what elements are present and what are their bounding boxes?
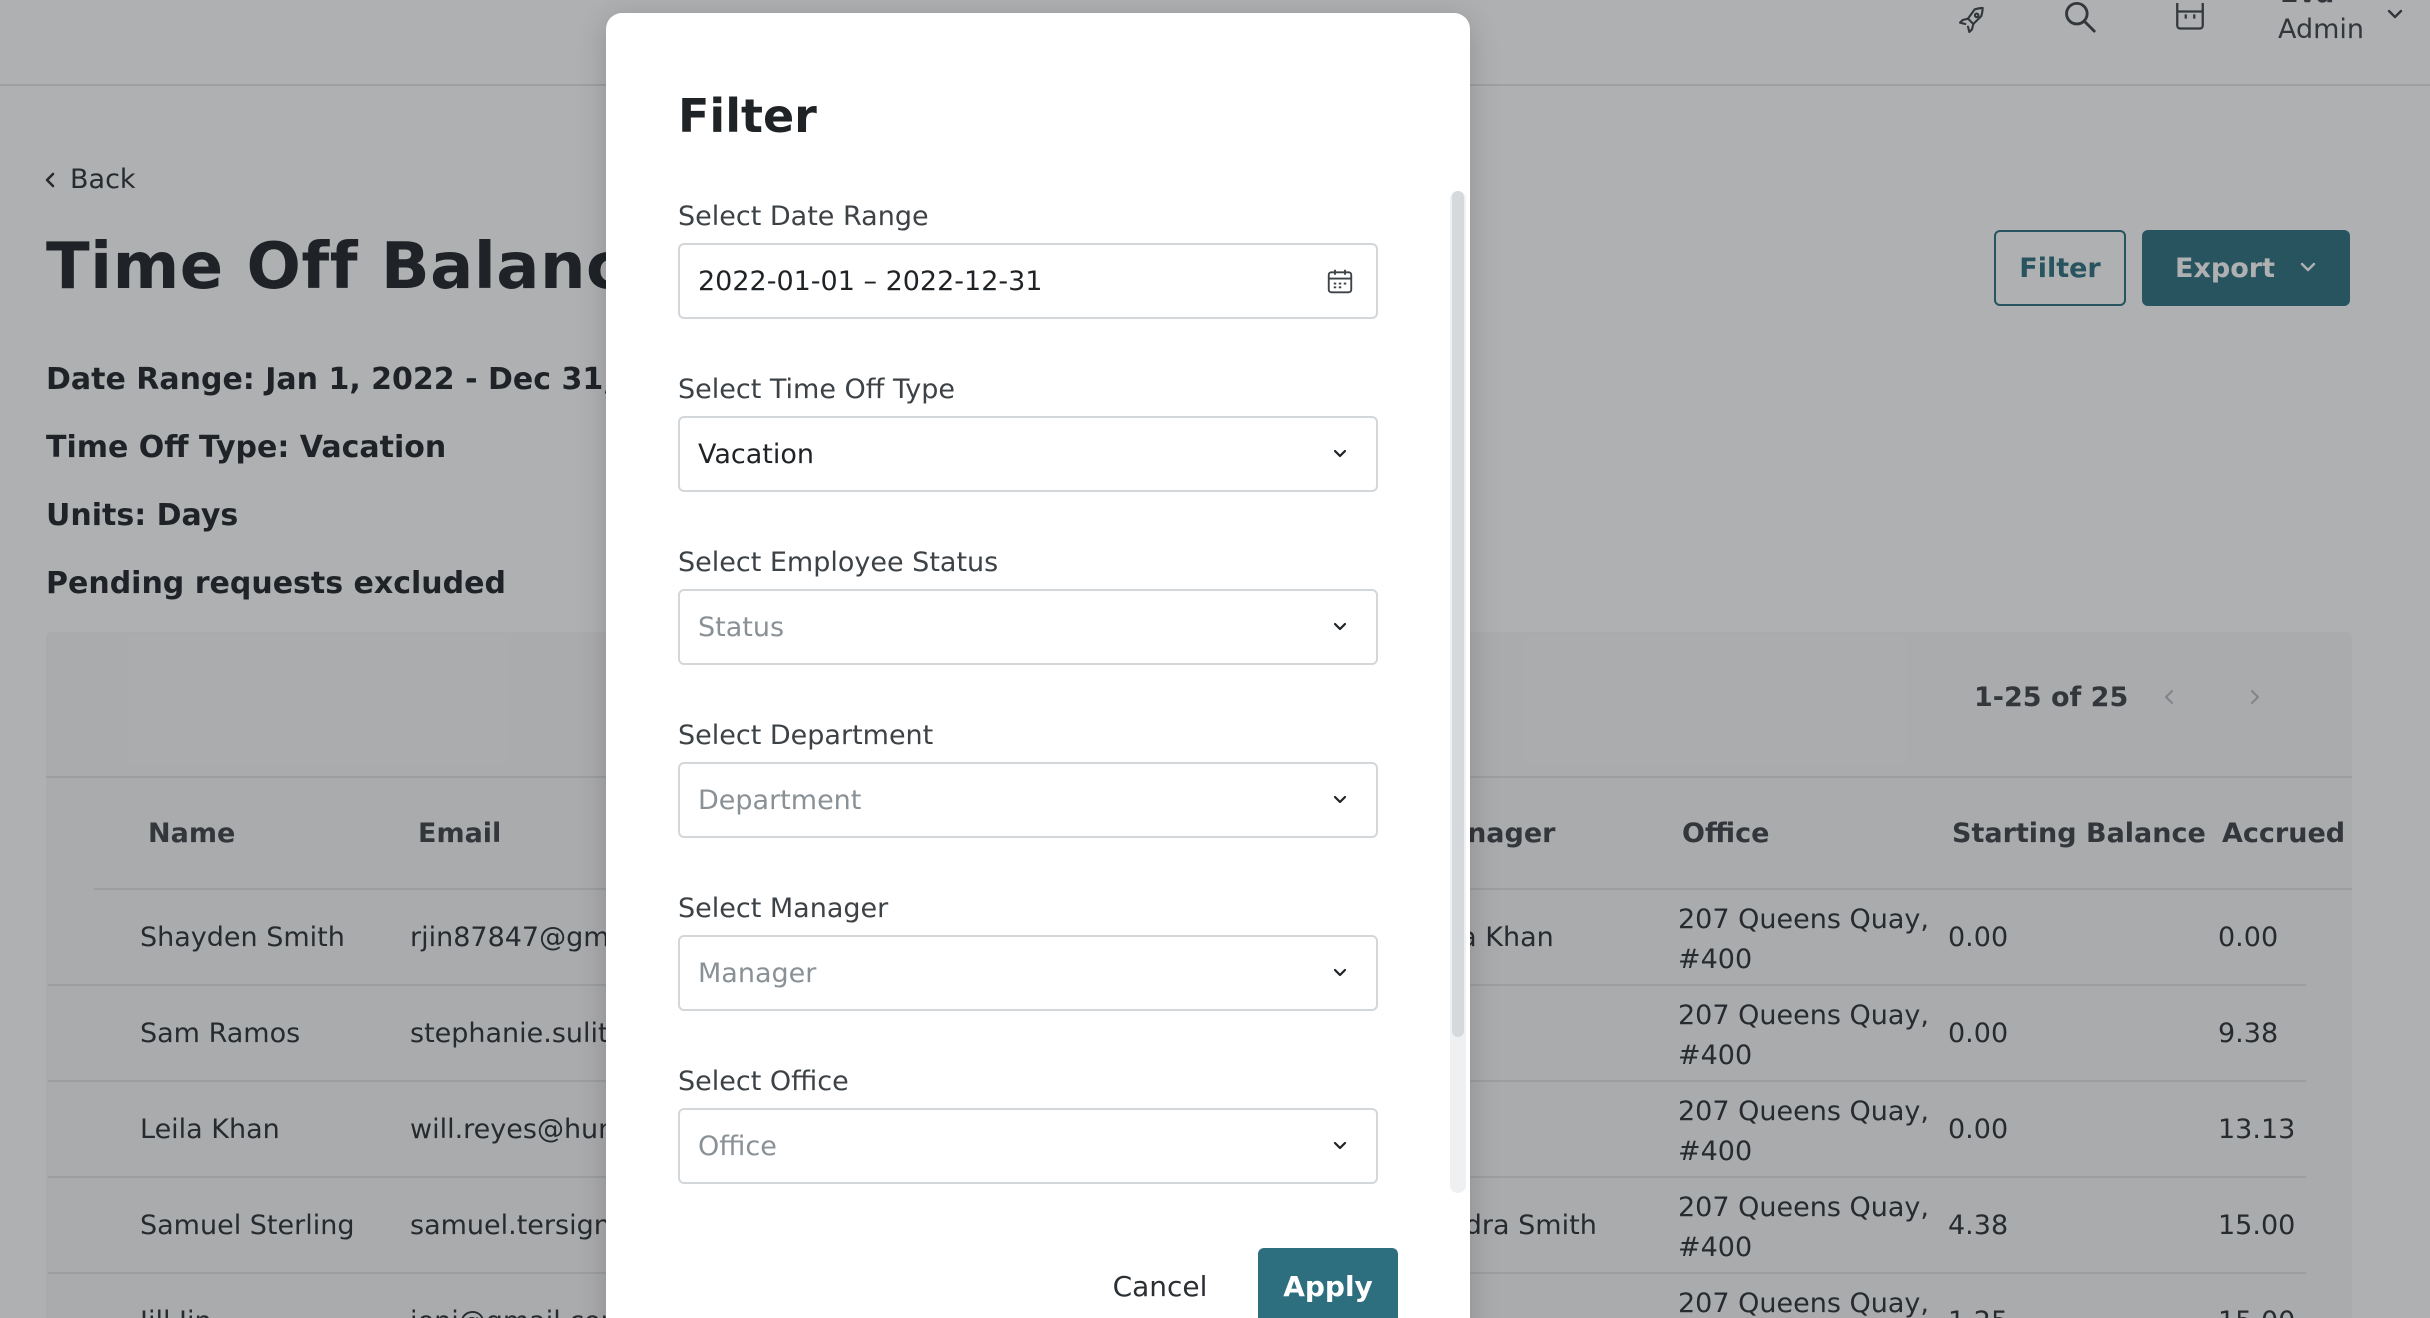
modal-scrollbar[interactable] (1450, 191, 1466, 1193)
filter-modal: Filter Select Date Range 2022-01-01 – 202… (606, 13, 1470, 1318)
field-value: Vacation (698, 438, 815, 470)
apply-button[interactable]: Apply (1258, 1248, 1398, 1318)
scrollbar-thumb[interactable] (1452, 191, 1464, 1037)
field-label: Select Office (678, 1066, 849, 1097)
field-label: Select Employee Status (678, 547, 999, 578)
field-value: Office (698, 1130, 777, 1162)
modal-title: Filter (678, 89, 817, 143)
field-value: 2022-01-01 – 2022-12-31 (698, 265, 1043, 297)
select-dropdown[interactable]: Department (678, 762, 1378, 838)
select-dropdown[interactable]: Vacation (678, 416, 1378, 492)
field-value: Status (698, 611, 785, 643)
field-label: Select Manager (678, 893, 889, 924)
date-range-input[interactable]: 2022-01-01 – 2022-12-31 (678, 243, 1378, 319)
chevron-down-icon (1322, 955, 1358, 991)
chevron-down-icon (1322, 436, 1358, 472)
field-value: Manager (698, 957, 817, 989)
chevron-down-icon (1322, 782, 1358, 818)
chevron-down-icon (1322, 1128, 1358, 1164)
field-label: Select Time Off Type (678, 374, 955, 405)
cancel-button[interactable]: Cancel (1090, 1248, 1230, 1318)
field-label: Select Department (678, 720, 934, 751)
field-value: Department (698, 784, 862, 816)
field-label: Select Date Range (678, 201, 929, 232)
chevron-down-icon (1322, 609, 1358, 645)
select-dropdown[interactable]: Status (678, 589, 1378, 665)
select-dropdown[interactable]: Manager (678, 935, 1378, 1011)
calendar-icon[interactable] (1322, 263, 1358, 299)
select-dropdown[interactable]: Office (678, 1108, 1378, 1184)
